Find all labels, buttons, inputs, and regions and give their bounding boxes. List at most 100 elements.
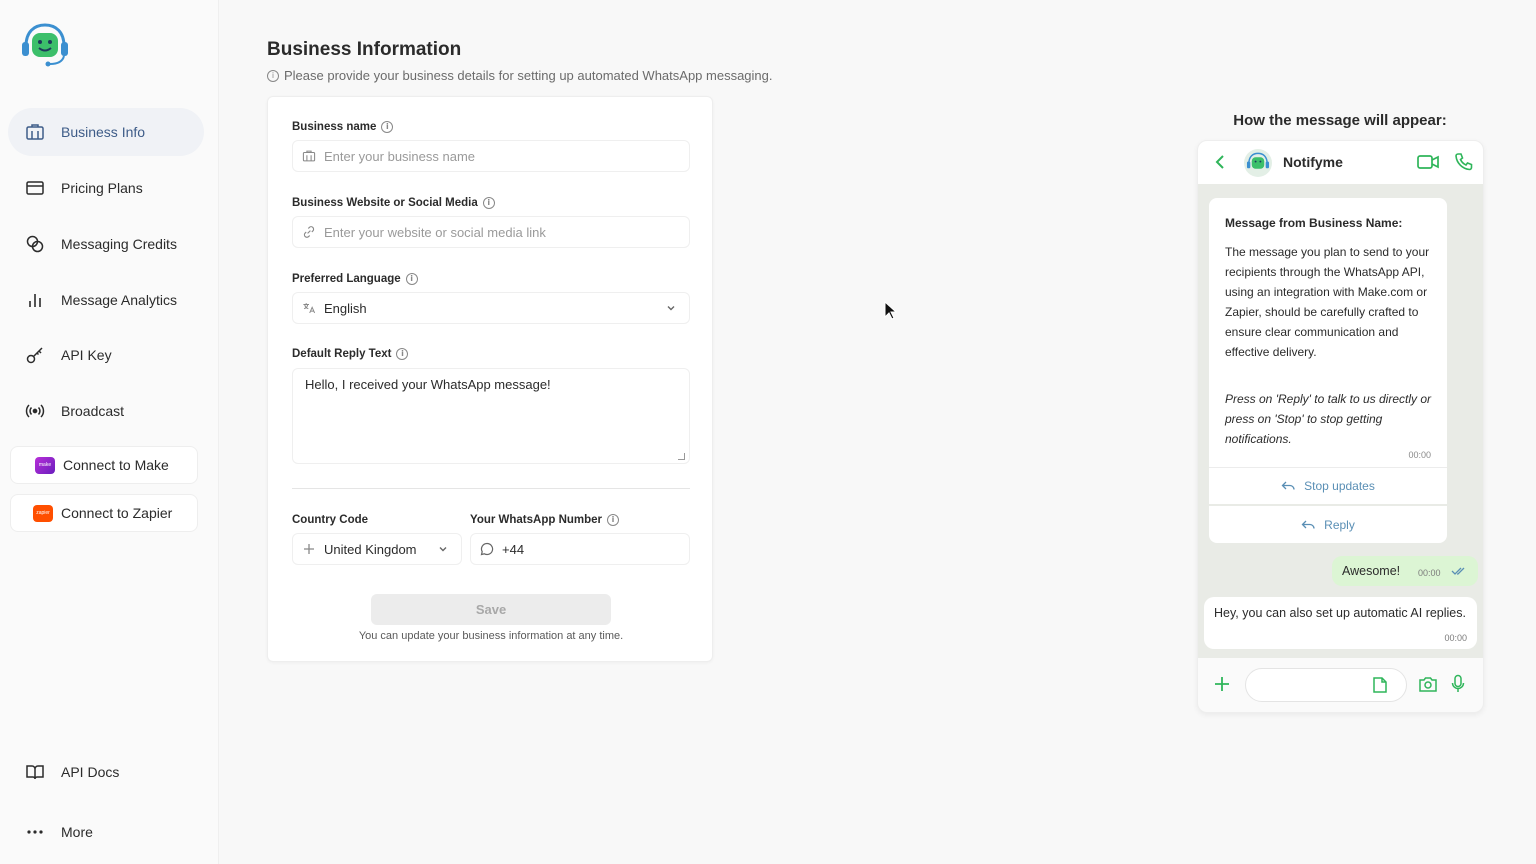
template-message-card: Message from Business Name: The message …: [1209, 198, 1447, 543]
reply-arrow-icon: [1281, 481, 1295, 490]
message-body: The message you plan to send to your rec…: [1225, 245, 1430, 359]
contact-name: Notifyme: [1283, 154, 1343, 170]
camera-icon[interactable]: [1418, 675, 1438, 693]
info-icon[interactable]: i: [482, 197, 495, 209]
document-icon[interactable]: [1372, 676, 1388, 694]
country-code-select[interactable]: United Kingdom: [292, 533, 462, 565]
chevron-down-icon: [439, 547, 447, 552]
message-header: Message from Business Name:: [1225, 216, 1403, 230]
page-title: Business Information: [267, 39, 462, 60]
phone-preview: Notifyme Message from Business Name: The…: [1197, 140, 1484, 713]
incoming-text: Hey, you can also set up automatic AI re…: [1214, 606, 1466, 620]
language-label: Preferred Language i: [292, 273, 418, 285]
plus-icon[interactable]: [1213, 675, 1231, 693]
outgoing-message: Awesome! 00:00: [1332, 556, 1478, 586]
sidebar: Business Info Pricing Plans Messaging Cr…: [0, 0, 219, 864]
reply-button[interactable]: Reply: [1209, 506, 1447, 543]
connect-zapier-button[interactable]: zapier Connect to Zapier: [10, 494, 198, 532]
building-icon: [302, 149, 316, 163]
page-subtitle-text: Please provide your business details for…: [284, 68, 773, 83]
business-name-label-text: Business name: [292, 121, 377, 133]
stop-updates-button[interactable]: Stop updates: [1209, 467, 1447, 504]
message-footer: Press on 'Reply' to talk to us directly …: [1225, 392, 1431, 446]
sidebar-item-message-analytics[interactable]: Message Analytics: [8, 276, 204, 324]
info-icon[interactable]: i: [405, 273, 418, 285]
info-icon[interactable]: i: [396, 348, 409, 360]
sidebar-item-business-info[interactable]: Business Info: [8, 108, 204, 156]
sidebar-item-broadcast[interactable]: Broadcast: [8, 387, 204, 435]
form-divider: [292, 488, 690, 489]
reply-arrow-icon: [1301, 520, 1315, 529]
back-arrow-icon[interactable]: [1212, 153, 1230, 171]
connect-make-label: Connect to Make: [63, 457, 169, 473]
whatsapp-number-field[interactable]: +44: [470, 533, 690, 565]
link-icon: [302, 225, 316, 239]
video-call-icon[interactable]: [1416, 153, 1440, 171]
contact-avatar: [1244, 149, 1272, 177]
reply-textarea-value: Hello, I received your WhatsApp message!: [305, 377, 551, 392]
website-field[interactable]: Enter your website or social media link: [292, 216, 690, 248]
save-button[interactable]: Save: [371, 594, 611, 625]
phone-call-icon[interactable]: [1454, 152, 1474, 172]
connect-zapier-label: Connect to Zapier: [61, 505, 173, 521]
translate-icon: [302, 301, 316, 315]
make-logo-icon: make: [35, 456, 55, 474]
reply-label: Reply: [1324, 517, 1355, 532]
sidebar-item-api-docs[interactable]: API Docs: [8, 748, 204, 796]
bar-chart-icon: [24, 289, 46, 311]
outgoing-time: 00:00: [1418, 568, 1441, 578]
sidebar-item-label: Pricing Plans: [61, 180, 143, 196]
more-icon: [24, 821, 46, 843]
info-icon[interactable]: i: [381, 121, 394, 133]
sidebar-item-api-key[interactable]: API Key: [8, 331, 204, 379]
reply-textarea[interactable]: Hello, I received your WhatsApp message!: [292, 368, 690, 464]
sidebar-item-label: API Key: [61, 347, 112, 363]
mouse-cursor-icon: [884, 301, 898, 320]
sidebar-item-label: API Docs: [61, 764, 120, 780]
zapier-logo-icon: zapier: [33, 504, 53, 522]
business-name-field[interactable]: Enter your business name: [292, 140, 690, 172]
chat-composer: [1198, 658, 1483, 712]
microphone-icon[interactable]: [1451, 674, 1465, 694]
chevron-down-icon: [667, 306, 675, 311]
connect-make-button[interactable]: make Connect to Make: [10, 446, 198, 484]
whatsapp-number-label-text: Your WhatsApp Number: [470, 514, 603, 526]
website-label: Business Website or Social Media i: [292, 197, 495, 209]
message-time: 00:00: [1408, 450, 1431, 460]
website-label-text: Business Website or Social Media: [292, 197, 478, 209]
reply-label-text: Default Reply Text: [292, 348, 392, 360]
website-placeholder: Enter your website or social media link: [324, 224, 546, 240]
double-check-icon: [1451, 567, 1465, 575]
language-select[interactable]: English: [292, 292, 690, 324]
key-icon: [24, 344, 46, 366]
chat-header: Notifyme: [1198, 141, 1483, 184]
business-info-form: Business name i Enter your business name…: [267, 96, 713, 662]
incoming-message: Hey, you can also set up automatic AI re…: [1204, 597, 1477, 649]
business-name-label: Business name i: [292, 121, 394, 133]
building-icon: [24, 121, 46, 143]
country-code-label: Country Code: [292, 514, 369, 526]
resize-handle-icon[interactable]: [678, 453, 685, 460]
language-value: English: [324, 300, 367, 316]
book-icon: [24, 761, 46, 783]
sidebar-item-label: More: [61, 824, 93, 840]
sidebar-item-label: Message Analytics: [61, 292, 177, 308]
credit-card-icon: [24, 177, 46, 199]
chat-bubble-icon: [480, 542, 494, 556]
plus-icon: [302, 542, 316, 556]
incoming-time: 00:00: [1444, 633, 1467, 643]
info-icon[interactable]: i: [607, 514, 620, 526]
save-note: You can update your business information…: [358, 630, 624, 642]
country-code-value: United Kingdom: [324, 541, 417, 557]
sidebar-item-messaging-credits[interactable]: Messaging Credits: [8, 220, 204, 268]
sidebar-item-label: Messaging Credits: [61, 236, 177, 252]
sidebar-item-pricing-plans[interactable]: Pricing Plans: [8, 164, 204, 212]
sidebar-item-label: Business Info: [61, 124, 146, 140]
stop-updates-label: Stop updates: [1304, 479, 1375, 493]
broadcast-icon: [24, 400, 46, 422]
sidebar-item-more[interactable]: More: [8, 808, 204, 856]
sidebar-item-label: Broadcast: [61, 403, 125, 419]
outgoing-text: Awesome!: [1342, 564, 1401, 578]
app-logo[interactable]: [20, 22, 70, 68]
business-name-placeholder: Enter your business name: [324, 148, 476, 164]
